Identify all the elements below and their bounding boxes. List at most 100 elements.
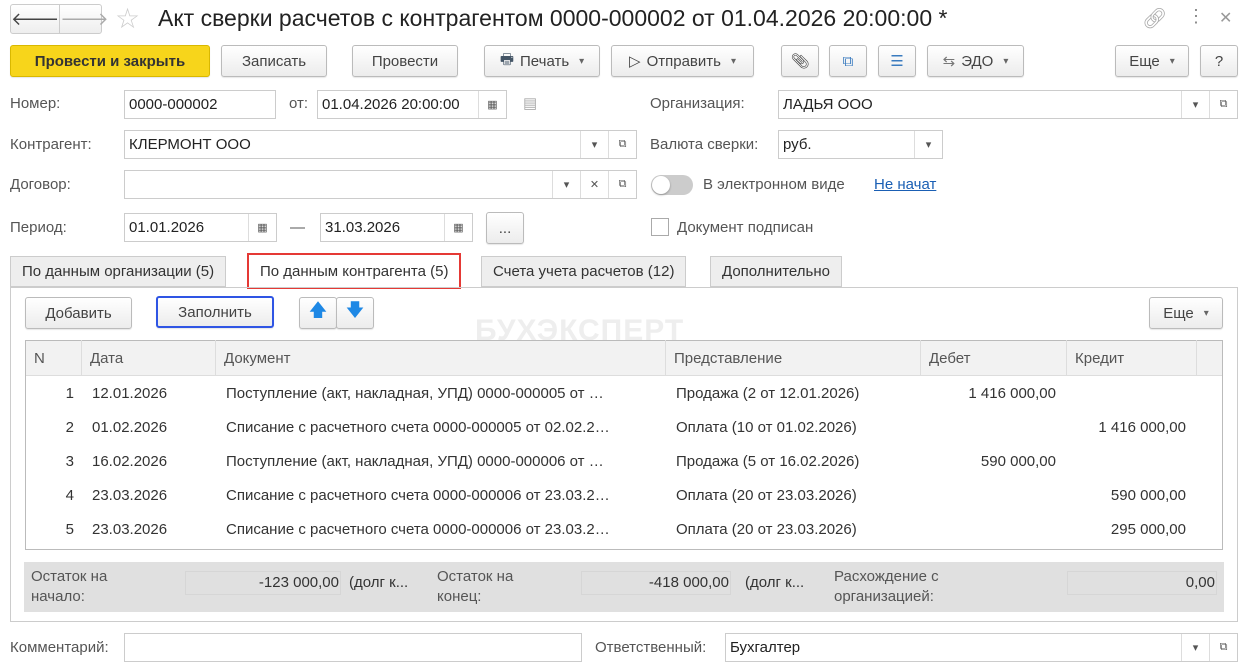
- period-dash: —: [290, 219, 305, 236]
- tab-additional[interactable]: Дополнительно: [710, 256, 842, 287]
- currency-select[interactable]: руб. ▾: [778, 130, 943, 159]
- column-header-date[interactable]: Дата: [82, 340, 216, 376]
- signed-label: Документ подписан: [677, 219, 814, 236]
- electronic-toggle[interactable]: [651, 175, 693, 195]
- period-from-input[interactable]: 01.01.2026 ▦: [124, 213, 277, 242]
- calendar-icon[interactable]: ▦: [444, 214, 472, 241]
- tab-accounts[interactable]: Счета учета расчетов (12): [481, 256, 687, 287]
- responsible-select[interactable]: Бухгалтер ▾ ⧉: [725, 633, 1238, 662]
- cell-credit: 295 000,00: [1110, 520, 1186, 538]
- signed-checkbox[interactable]: [651, 218, 669, 236]
- dropdown-arrow-icon[interactable]: ▾: [1181, 91, 1209, 118]
- cell-debit: 590 000,00: [980, 452, 1056, 470]
- tab-contractor-data[interactable]: По данным контрагента (5): [247, 253, 462, 289]
- post-and-close-button[interactable]: Провести и закрыть: [10, 45, 210, 77]
- calendar-icon[interactable]: ▦: [478, 91, 506, 118]
- contractor-select[interactable]: КЛЕРМОНТ ООО ▾ ⧉: [124, 130, 637, 159]
- nav-buttons: 🡐 🡒: [10, 4, 109, 34]
- period-to-input[interactable]: 31.03.2026 ▦: [320, 213, 473, 242]
- tab-org-data[interactable]: По данным организации (5): [10, 256, 227, 287]
- difference-value: 0,00: [1067, 571, 1217, 595]
- contract-label: Договор:: [10, 176, 71, 193]
- structure-button[interactable]: ⧉: [829, 45, 867, 77]
- open-icon[interactable]: ⧉: [608, 131, 636, 158]
- open-icon[interactable]: ⧉: [1209, 634, 1237, 661]
- dropdown-arrow-icon[interactable]: ▾: [914, 131, 942, 158]
- cell-repr: Оплата (10 от 01.02.2026): [676, 418, 857, 436]
- forward-arrow-icon[interactable]: 🡒: [60, 5, 108, 33]
- add-button[interactable]: Добавить: [25, 297, 132, 329]
- send-button[interactable]: ▷ Отправить: [611, 45, 754, 77]
- more-vertical-icon[interactable]: ⋮: [1187, 6, 1205, 27]
- link-icon[interactable]: 🔗︎: [1142, 6, 1167, 31]
- currency-label: Валюта сверки:: [650, 136, 759, 153]
- cell-doc: Списание с расчетного счета 0000-000006 …: [226, 486, 610, 504]
- cell-n: 1: [65, 384, 74, 402]
- column-header-debit[interactable]: Дебет: [921, 340, 1067, 376]
- column-header-n[interactable]: N: [26, 340, 82, 376]
- open-icon[interactable]: ⧉: [1209, 91, 1237, 118]
- cell-repr: Продажа (5 от 16.02.2026): [676, 452, 860, 470]
- comment-input[interactable]: [124, 633, 582, 662]
- fill-button[interactable]: Заполнить: [156, 296, 274, 328]
- column-header-credit[interactable]: Кредит: [1067, 340, 1197, 376]
- edo-button[interactable]: ⇆ ЭДО: [927, 45, 1024, 77]
- calendar-icon[interactable]: ▦: [248, 214, 276, 241]
- favorite-star-icon[interactable]: ☆: [115, 2, 140, 35]
- tab-label: По данным контрагента (5): [260, 262, 449, 280]
- attach-button[interactable]: 📎︎: [781, 45, 819, 77]
- electronic-status-link[interactable]: Не начат: [874, 176, 936, 193]
- back-arrow-icon[interactable]: 🡐: [11, 5, 61, 33]
- cell-repr: Продажа (2 от 12.01.2026): [676, 384, 860, 402]
- clear-icon[interactable]: ✕: [580, 171, 608, 198]
- save-button[interactable]: Записать: [221, 45, 327, 77]
- dropdown-arrow-icon[interactable]: ▾: [552, 171, 580, 198]
- difference-label: Расхождение с организацией:: [834, 568, 939, 605]
- cell-credit: 1 416 000,00: [1098, 418, 1186, 436]
- list-button[interactable]: ☰: [878, 45, 916, 77]
- dropdown-arrow-icon[interactable]: ▾: [580, 131, 608, 158]
- responsible-label: Ответственный:: [595, 639, 707, 656]
- paperclip-icon: 📎︎: [790, 53, 810, 70]
- cell-debit: 1 416 000,00: [968, 384, 1056, 402]
- start-balance-label: Остаток на начало:: [31, 568, 108, 605]
- date-input[interactable]: 01.04.2026 20:00:00 ▦: [317, 90, 507, 119]
- help-button[interactable]: ?: [1200, 45, 1238, 77]
- dropdown-arrow-icon[interactable]: ▾: [1181, 634, 1209, 661]
- move-down-button[interactable]: 🡇: [336, 297, 374, 329]
- org-select[interactable]: ЛАДЬЯ ООО ▾ ⧉: [778, 90, 1238, 119]
- edo-icon: ⇆: [942, 53, 956, 70]
- cell-date: 01.02.2026: [92, 418, 168, 436]
- column-header-document[interactable]: Документ: [216, 340, 666, 376]
- contract-select[interactable]: ▾ ✕ ⧉: [124, 170, 637, 199]
- currency-value: руб.: [783, 136, 812, 153]
- save-label: Записать: [241, 52, 307, 70]
- end-balance-note: (долг к...: [745, 574, 805, 591]
- send-label: Отправить: [646, 52, 721, 70]
- history-icon[interactable]: ▤: [523, 94, 537, 112]
- more-button[interactable]: Еще: [1115, 45, 1189, 77]
- column-header-repr[interactable]: Представление: [666, 340, 921, 376]
- open-icon[interactable]: ⧉: [608, 171, 636, 198]
- help-label: ?: [1214, 52, 1224, 70]
- print-button[interactable]: 🖶 Печать: [484, 45, 600, 77]
- comment-label: Комментарий:: [10, 639, 109, 656]
- end-balance-label: Остаток на конец:: [437, 568, 514, 605]
- arrow-down-icon: 🡇: [345, 300, 365, 320]
- cell-date: 23.03.2026: [92, 486, 168, 504]
- number-input[interactable]: 0000-000002: [124, 90, 276, 119]
- cell-repr: Оплата (20 от 23.03.2026): [676, 520, 857, 538]
- electronic-label: В электронном виде: [703, 176, 845, 193]
- cell-credit: [1067, 444, 1186, 478]
- cell-doc: Списание с расчетного счета 0000-000006 …: [226, 520, 610, 538]
- table-more-button[interactable]: Еще: [1149, 297, 1223, 329]
- cell-n: 5: [65, 520, 74, 538]
- post-button[interactable]: Провести: [352, 45, 458, 77]
- cell-doc: Поступление (акт, накладная, УПД) 0000-0…: [226, 384, 604, 402]
- move-up-button[interactable]: 🡅: [299, 297, 337, 329]
- close-icon[interactable]: ✕: [1219, 8, 1232, 28]
- org-value: ЛАДЬЯ ООО: [783, 96, 873, 113]
- add-label: Добавить: [45, 304, 112, 322]
- period-select-button[interactable]: ...: [486, 212, 524, 244]
- window-title: Акт сверки расчетов с контрагентом 0000-…: [158, 5, 948, 31]
